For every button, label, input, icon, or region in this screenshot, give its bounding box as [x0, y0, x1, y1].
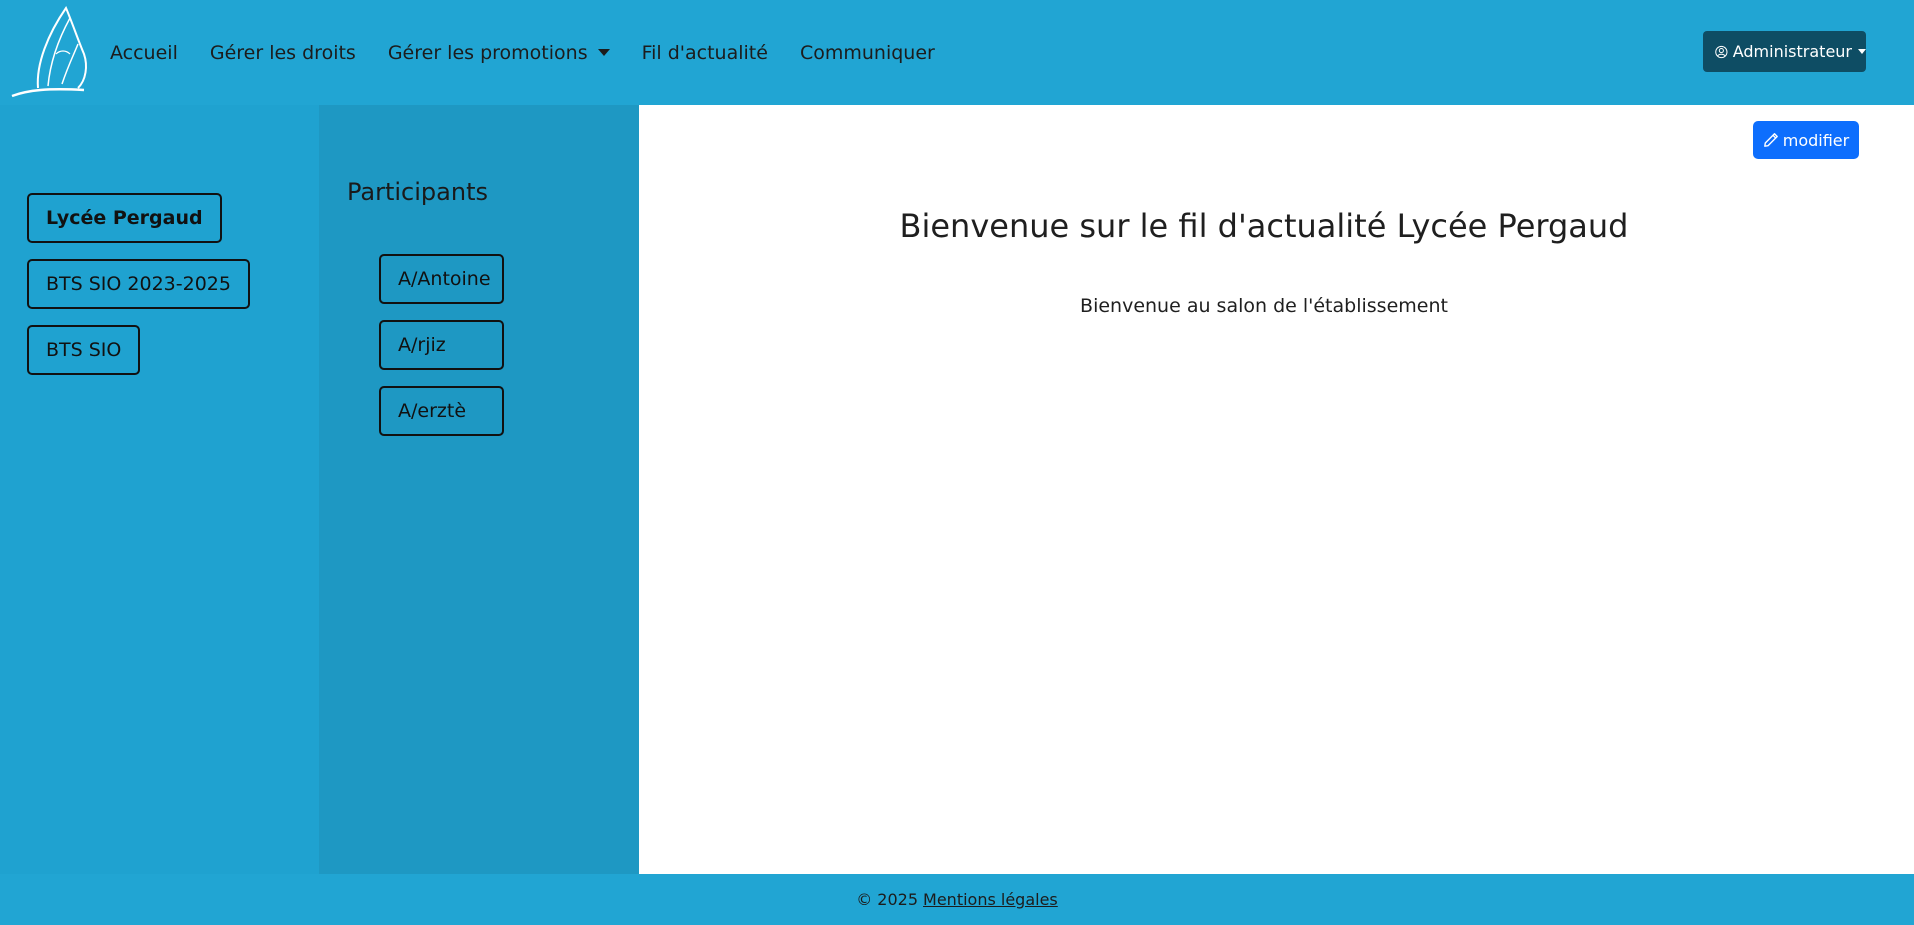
participants-sidebar: Participants A/Antoine A/rjiz A/erztè [319, 105, 639, 874]
nav-fil-actualite[interactable]: Fil d'actualité [642, 42, 768, 64]
nav-gerer-droits[interactable]: Gérer les droits [210, 42, 356, 64]
channel-lycee-pergaud[interactable]: Lycée Pergaud [27, 193, 222, 243]
channel-sidebar: Lycée Pergaud BTS SIO 2023-2025 BTS SIO [0, 105, 319, 874]
nav-accueil[interactable]: Accueil [110, 42, 178, 64]
pencil-icon [1763, 133, 1778, 147]
user-circle-icon [1715, 45, 1728, 58]
participants-title: Participants [347, 178, 488, 206]
copyright-text: © 2025 [856, 890, 919, 909]
nav-communiquer[interactable]: Communiquer [800, 42, 935, 64]
chevron-down-icon [597, 49, 610, 56]
praying-hands-logo[interactable] [8, 4, 90, 98]
nav-gerer-promotions[interactable]: Gérer les promotions [388, 42, 610, 64]
user-menu-label: Administrateur [1732, 42, 1852, 61]
participant-item[interactable]: A/Antoine [379, 254, 504, 304]
participant-item[interactable]: A/rjiz [379, 320, 504, 370]
chevron-down-icon [1858, 49, 1866, 54]
main-nav: Accueil Gérer les droits Gérer les promo… [110, 0, 967, 105]
nav-gerer-promotions-label: Gérer les promotions [387, 41, 588, 64]
legal-notice-link[interactable]: Mentions légales [923, 890, 1058, 909]
edit-button[interactable]: modifier [1753, 121, 1859, 159]
channel-bts-sio-2023-2025[interactable]: BTS SIO 2023-2025 [27, 259, 250, 309]
channel-bts-sio[interactable]: BTS SIO [27, 325, 141, 375]
participant-item[interactable]: A/erztè [379, 386, 504, 436]
top-navbar: Accueil Gérer les droits Gérer les promo… [0, 0, 1914, 105]
page-title: Bienvenue sur le fil d'actualité Lycée P… [899, 207, 1629, 245]
edit-button-label: modifier [1782, 130, 1850, 150]
news-feed-main: modifier Bienvenue sur le fil d'actualit… [639, 105, 1914, 874]
page-footer: © 2025 Mentions légales [0, 874, 1914, 925]
user-menu-button[interactable]: Administrateur [1703, 31, 1866, 72]
welcome-message: Bienvenue au salon de l'établissement [1080, 295, 1448, 317]
